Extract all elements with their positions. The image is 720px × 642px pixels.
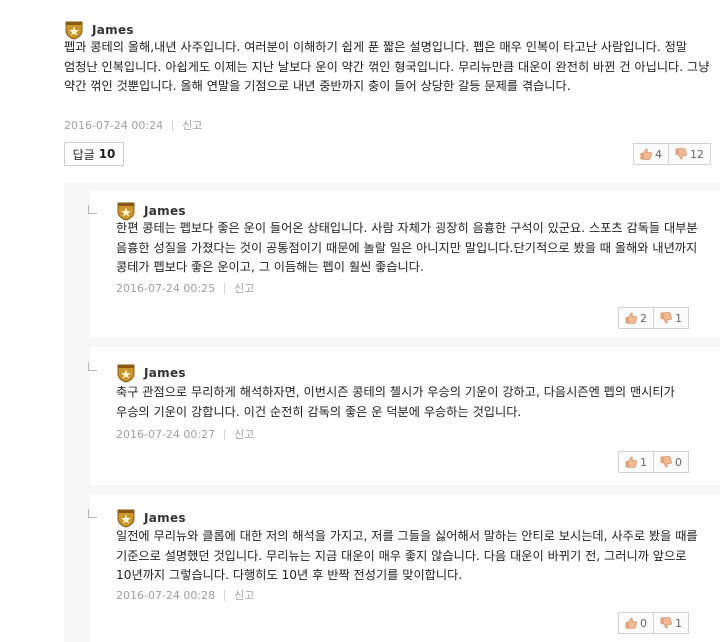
dislike-button[interactable]: 1	[654, 612, 689, 634]
star-shield-icon	[117, 509, 135, 528]
reply-timestamp: 2016-07-24 00:25	[116, 281, 216, 295]
comment-author[interactable]: James	[92, 23, 134, 37]
like-count: 4	[655, 147, 662, 161]
reply-toggle-button[interactable]: 답글 10	[64, 142, 124, 166]
comment-timestamp: 2016-07-24 00:24	[64, 118, 164, 132]
dislike-count: 1	[675, 311, 682, 325]
report-link[interactable]: 신고	[234, 426, 254, 442]
thumbs-down-icon	[660, 456, 672, 468]
like-button[interactable]: 2	[618, 307, 654, 329]
reply-meta: 2016-07-24 00:27 신고	[116, 426, 254, 442]
comment-body: 펩과 콩테의 올해,내년 사주입니다. 여러분이 이해하기 쉽게 푼 짧은 설명…	[64, 40, 710, 93]
vote-group: 0 1	[618, 612, 689, 634]
like-button[interactable]: 0	[618, 612, 654, 634]
vote-group: 2 1	[618, 307, 689, 329]
report-link[interactable]: 신고	[234, 587, 254, 603]
dislike-count: 1	[675, 616, 682, 630]
star-shield-icon	[117, 364, 135, 383]
thumbs-down-icon	[660, 617, 672, 629]
dislike-count: 12	[690, 147, 704, 161]
vote-group: 4 12	[633, 143, 711, 165]
report-link[interactable]: 신고	[182, 117, 202, 133]
thumbs-up-icon	[640, 148, 652, 160]
reply-body: 축구 관점으로 무리하게 해석하자면, 이번시즌 콩테의 첼시가 우승의 기운이…	[116, 385, 675, 419]
meta-divider	[224, 589, 226, 601]
reply-author-row: James	[116, 362, 186, 384]
like-button[interactable]: 4	[633, 143, 669, 165]
like-button[interactable]: 1	[618, 451, 654, 473]
thumbs-up-icon	[625, 312, 637, 324]
reply-item: James 일전에 무리뉴와 클롭에 대한 저의 해석을 가지고, 저를 그들을…	[88, 494, 720, 642]
reply-item: James 축구 관점으로 무리하게 해석하자면, 이번시즌 콩테의 첼시가 우…	[88, 347, 720, 485]
reply-count: 10	[98, 147, 116, 161]
reply-button-label: 답글	[72, 147, 95, 162]
reply-elbow-icon	[88, 205, 97, 214]
thumbs-up-icon	[625, 617, 637, 629]
reply-item: James 한편 콩테는 펩보다 좋은 운이 들어온 상태입니다. 사람 자체가…	[88, 190, 720, 338]
like-count: 2	[640, 311, 647, 325]
star-shield-icon	[117, 202, 135, 221]
dislike-count: 0	[675, 455, 682, 469]
reply-author-row: James	[116, 507, 186, 529]
dislike-button[interactable]: 0	[654, 451, 689, 473]
thumbs-up-icon	[625, 456, 637, 468]
reply-author[interactable]: James	[144, 366, 186, 380]
comment-meta: 2016-07-24 00:24 신고	[64, 117, 202, 133]
reply-elbow-icon	[88, 362, 97, 371]
reply-meta: 2016-07-24 00:25 신고	[116, 280, 254, 296]
main-comment: James 펩과 콩테의 올해,내년 사주입니다. 여러분이 이해하기 쉽게 푼…	[0, 0, 720, 182]
reply-timestamp: 2016-07-24 00:27	[116, 427, 216, 441]
dislike-button[interactable]: 12	[669, 143, 711, 165]
reply-body: 한편 콩테는 펩보다 좋은 운이 들어온 상태입니다. 사람 자체가 굉장히 음…	[116, 221, 698, 274]
reply-author[interactable]: James	[144, 204, 186, 218]
reply-meta: 2016-07-24 00:28 신고	[116, 587, 254, 603]
like-count: 0	[640, 616, 647, 630]
thumbs-down-icon	[675, 148, 687, 160]
dislike-button[interactable]: 1	[654, 307, 689, 329]
thumbs-down-icon	[660, 312, 672, 324]
star-shield-icon	[65, 21, 83, 40]
meta-divider	[224, 282, 226, 294]
like-count: 1	[640, 455, 647, 469]
meta-divider	[172, 119, 174, 131]
vote-group: 1 0	[618, 451, 689, 473]
meta-divider	[224, 428, 226, 440]
reply-author[interactable]: James	[144, 511, 186, 525]
reply-timestamp: 2016-07-24 00:28	[116, 588, 216, 602]
reply-body: 일전에 무리뉴와 클롭에 대한 저의 해석을 가지고, 저를 그들을 싫어해서 …	[116, 529, 698, 582]
report-link[interactable]: 신고	[234, 280, 254, 296]
reply-elbow-icon	[88, 509, 97, 518]
